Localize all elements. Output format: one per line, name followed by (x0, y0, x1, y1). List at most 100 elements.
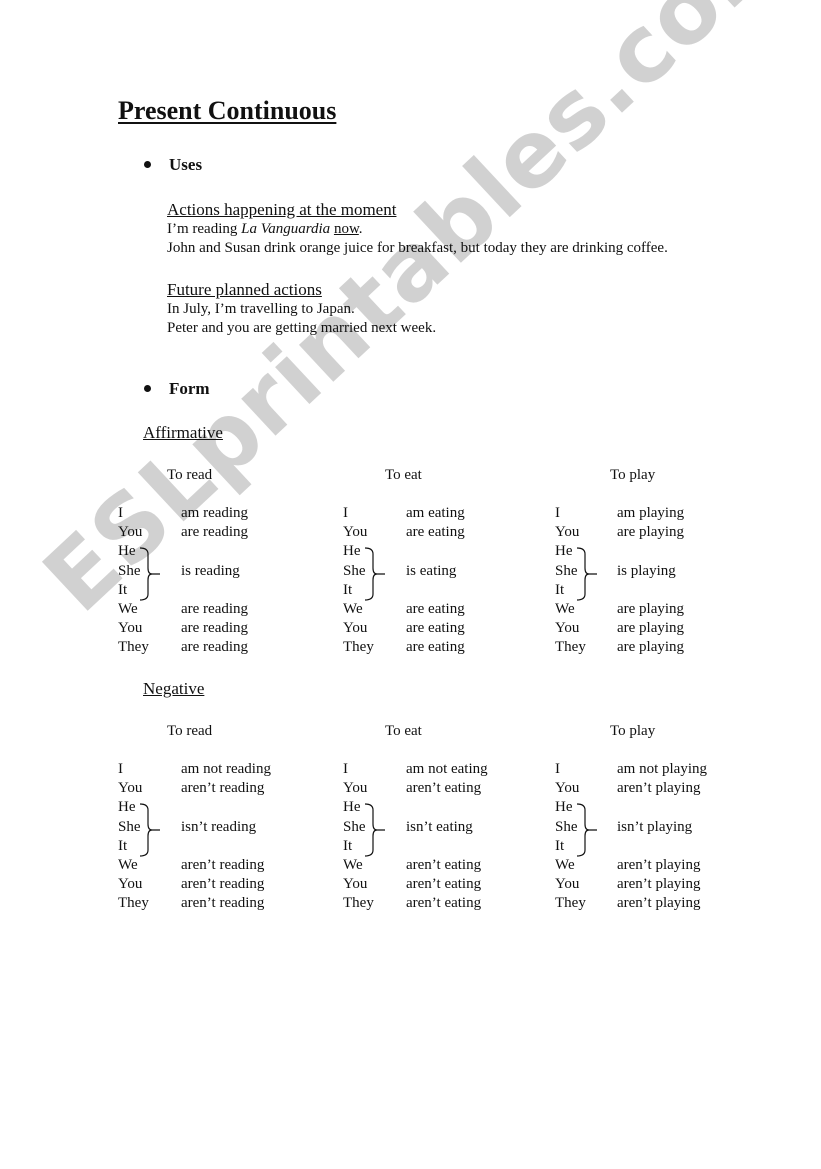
uses-heading-future: Future planned actions (167, 280, 322, 299)
pronoun-cell: You (555, 876, 580, 893)
example-line: I’m reading La Vanguardia now. (167, 221, 363, 238)
pronoun-cell: We (118, 601, 138, 617)
brace-icon (576, 803, 597, 857)
verb-label: To read (167, 723, 213, 739)
verb-form-cell: aren’t playing (617, 857, 701, 873)
pronoun-cell: It (555, 837, 565, 854)
pronoun-cell: It (118, 837, 128, 854)
example-line: Peter and you are getting married next w… (167, 320, 437, 336)
verb-form-cell: is eating (406, 562, 457, 579)
pronoun-cell: It (343, 837, 353, 854)
pronoun-cell: You (343, 780, 368, 797)
pronoun-cell: I (555, 761, 560, 777)
verb-form-cell: aren’t eating (406, 857, 482, 873)
pronoun-cell: He (555, 799, 573, 816)
uses-heading-current: Actions happening at the moment (167, 200, 397, 219)
pronoun-cell: They (555, 895, 586, 912)
verb-form-cell: are playing (617, 620, 685, 637)
pronoun-cell: I (118, 761, 123, 777)
pronoun-cell: He (343, 799, 361, 816)
pronoun-cell: You (555, 780, 580, 797)
pronoun-cell: You (118, 876, 143, 893)
pronoun-cell: He (118, 799, 136, 816)
pronoun-cell: We (343, 857, 363, 873)
verb-form-cell: aren’t playing (617, 876, 701, 893)
verb-form-cell: aren’t reading (181, 780, 265, 797)
section-heading: Affirmative (143, 423, 223, 442)
pronoun-cell: You (118, 780, 143, 797)
verb-form-cell: are playing (617, 639, 685, 656)
pronoun-cell: You (555, 524, 580, 541)
brace-icon (364, 547, 385, 601)
pronoun-cell: He (555, 543, 573, 560)
verb-form-cell: aren’t eating (406, 876, 482, 893)
verb-form-cell: aren’t reading (181, 895, 265, 912)
brace-icon (576, 547, 597, 601)
verb-form-cell: am not reading (181, 761, 271, 777)
section-heading: Negative (143, 679, 205, 698)
pronoun-cell: They (343, 895, 374, 912)
verb-form-cell: aren’t playing (617, 895, 701, 912)
pronoun-cell: You (343, 876, 368, 893)
example-underlined: now (333, 221, 359, 237)
pronoun-cell: They (343, 639, 374, 656)
verb-form-cell: are reading (181, 620, 249, 637)
verb-form-cell: are eating (406, 639, 465, 656)
verb-form-cell: aren’t reading (181, 876, 265, 893)
verb-form-cell: isn’t eating (406, 818, 473, 835)
verb-form-cell: are reading (181, 524, 249, 541)
pronoun-cell: It (555, 581, 565, 598)
bullet-label: Form (169, 379, 210, 398)
pronoun-cell: I (343, 761, 348, 777)
bullet-icon (144, 160, 151, 168)
verb-form-cell: are eating (406, 620, 465, 637)
brace-icon (139, 547, 160, 601)
bullet-uses: Uses (144, 155, 202, 175)
brace-icon (139, 803, 160, 857)
verb-form-cell: am not playing (617, 761, 707, 777)
example-text: I’m reading (167, 221, 242, 237)
pronoun-cell: He (118, 543, 136, 560)
pronoun-cell: You (118, 524, 143, 541)
verb-form-cell: are eating (406, 601, 465, 617)
verb-form-cell: are playing (617, 524, 685, 541)
verb-label: To read (167, 467, 213, 483)
pronoun-cell: It (118, 581, 128, 598)
verb-form-cell: am reading (181, 505, 249, 521)
example-text: . (358, 221, 363, 237)
example-line: John and Susan drink orange juice for br… (167, 240, 668, 256)
bullet-label: Uses (169, 155, 203, 174)
verb-form-cell: am not eating (406, 761, 488, 777)
verb-form-cell: am playing (617, 505, 685, 521)
pronoun-cell: We (343, 601, 363, 617)
pronoun-cell: They (118, 895, 149, 912)
pronoun-cell: It (343, 581, 353, 598)
pronoun-cell: They (555, 639, 586, 656)
pronoun-cell: We (118, 857, 138, 873)
verb-form-cell: are reading (181, 639, 249, 656)
verb-form-cell: are playing (617, 601, 685, 617)
verb-form-cell: aren’t playing (617, 780, 701, 797)
pronoun-cell: I (118, 505, 123, 521)
verb-form-cell: isn’t playing (617, 818, 693, 835)
pronoun-cell: They (118, 639, 149, 656)
verb-form-cell: is playing (617, 562, 676, 579)
verb-form-cell: are reading (181, 601, 249, 617)
verb-label: To eat (385, 467, 422, 483)
verb-form-cell: isn’t reading (181, 818, 257, 835)
pronoun-cell: I (343, 505, 348, 521)
verb-label: To play (610, 723, 656, 739)
bullet-icon (144, 384, 151, 392)
pronoun-cell: I (555, 505, 560, 521)
pronoun-cell: We (555, 601, 575, 617)
brace-icon (364, 803, 385, 857)
verb-form-cell: is reading (181, 562, 240, 579)
page-title: Present Continuous (118, 96, 337, 125)
verb-label: To play (610, 467, 656, 483)
pronoun-cell: He (343, 543, 361, 560)
verb-form-cell: are eating (406, 524, 465, 541)
pronoun-cell: We (555, 857, 575, 873)
pronoun-cell: You (118, 620, 143, 637)
pronoun-cell: You (343, 620, 368, 637)
verb-form-cell: aren’t eating (406, 780, 482, 797)
